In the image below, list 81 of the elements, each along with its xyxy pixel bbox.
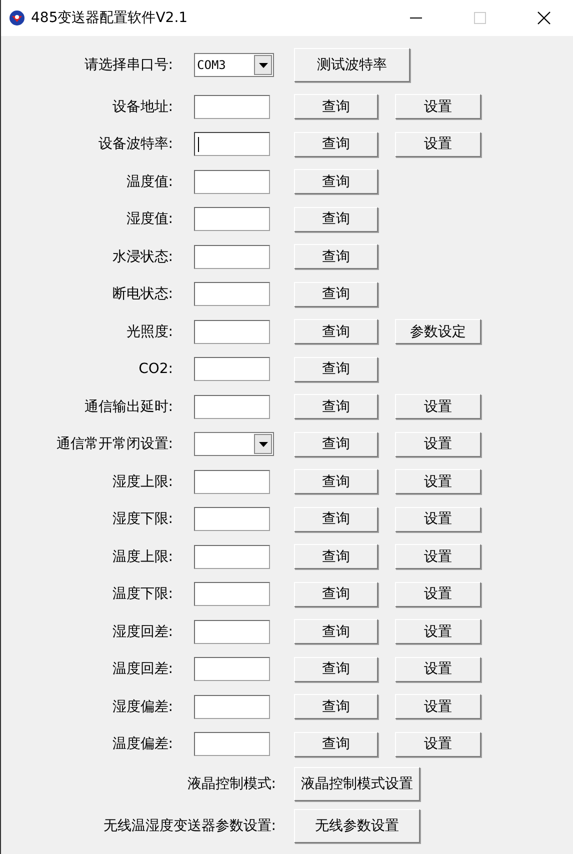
set-button[interactable]: 设置: [395, 544, 481, 570]
input-field[interactable]: [194, 732, 270, 756]
set-button[interactable]: 设置: [395, 656, 481, 682]
input-field[interactable]: [194, 320, 270, 344]
query-button[interactable]: 查询: [294, 582, 378, 607]
input-field[interactable]: [194, 357, 270, 382]
dropdown-arrow-icon: [258, 62, 268, 68]
field-label: 温度下限:: [111, 585, 174, 604]
input-field[interactable]: [194, 207, 270, 232]
set-button[interactable]: 参数设定: [395, 319, 481, 344]
query-button[interactable]: 查询: [294, 656, 378, 682]
field-label: 光照度:: [125, 322, 174, 341]
field-label: 温度上限:: [111, 548, 174, 566]
input-field[interactable]: [194, 694, 270, 719]
field-label: 无线温湿度变送器参数设置:: [102, 817, 277, 835]
set-button[interactable]: 设置: [395, 582, 481, 607]
set-button[interactable]: 设置: [395, 132, 481, 157]
query-button[interactable]: 查询: [294, 206, 378, 232]
dropdown-field[interactable]: [194, 432, 274, 456]
set-button[interactable]: 设置: [395, 619, 481, 644]
input-field[interactable]: [194, 94, 270, 119]
maximize-icon: [474, 12, 486, 24]
query-button[interactable]: 查询: [294, 132, 378, 157]
field-label: 湿度上限:: [111, 472, 174, 491]
set-button[interactable]: 设置: [395, 394, 481, 420]
input-field[interactable]: [194, 170, 270, 194]
input-field[interactable]: [194, 507, 270, 532]
query-button[interactable]: 查询: [294, 619, 378, 644]
port-select[interactable]: COM3: [194, 53, 274, 77]
test-baud-button[interactable]: 测试波特率: [294, 48, 410, 82]
query-button[interactable]: 查询: [294, 432, 378, 457]
field-label: CO2:: [138, 361, 174, 378]
field-label: 湿度回差:: [111, 622, 174, 641]
input-field[interactable]: [194, 244, 270, 269]
query-button[interactable]: 查询: [294, 282, 378, 307]
input-field[interactable]: [194, 132, 270, 156]
window-title: 485变送器配置软件V2.1: [31, 9, 189, 27]
minimize-icon: [410, 17, 422, 19]
query-button[interactable]: 查询: [294, 544, 378, 570]
query-button[interactable]: 查询: [294, 169, 378, 194]
settings-button[interactable]: 无线参数设置: [294, 809, 420, 843]
field-label: 湿度下限:: [111, 510, 174, 528]
set-button[interactable]: 设置: [395, 432, 481, 457]
input-field[interactable]: [194, 544, 270, 569]
input-field[interactable]: [194, 394, 270, 419]
query-button[interactable]: 查询: [294, 356, 378, 382]
input-field[interactable]: [194, 657, 270, 682]
input-field[interactable]: [194, 282, 270, 306]
field-label: 温度偏差:: [111, 735, 174, 754]
field-label: 断电状态:: [111, 285, 174, 304]
query-button[interactable]: 查询: [294, 469, 378, 494]
query-button[interactable]: 查询: [294, 506, 378, 532]
set-button[interactable]: 设置: [395, 694, 481, 720]
field-label: 通信输出延时:: [83, 398, 174, 416]
query-button[interactable]: 查询: [294, 694, 378, 720]
input-field[interactable]: [194, 470, 270, 494]
query-button[interactable]: 查询: [294, 244, 378, 270]
input-field[interactable]: [194, 582, 270, 606]
dropdown-arrow-icon: [258, 442, 268, 447]
query-button[interactable]: 查询: [294, 732, 378, 757]
query-button[interactable]: 查询: [294, 394, 378, 420]
field-label: 请选择串口号:: [83, 56, 174, 74]
field-label: 液晶控制模式:: [186, 775, 277, 793]
set-button[interactable]: 设置: [395, 469, 481, 494]
field-label: 湿度值:: [125, 210, 174, 228]
field-label: 设备地址:: [111, 98, 174, 116]
field-label: 水浸状态:: [111, 248, 174, 266]
field-label: 设备波特率:: [97, 135, 174, 154]
set-button[interactable]: 设置: [395, 94, 481, 120]
field-label: 温度值:: [125, 172, 174, 191]
field-label: 温度回差:: [111, 660, 174, 678]
query-button[interactable]: 查询: [294, 94, 378, 120]
set-button[interactable]: 设置: [395, 732, 481, 757]
field-label: 通信常开常闭设置:: [55, 435, 174, 454]
close-icon: [537, 11, 551, 25]
field-label: 湿度偏差:: [111, 698, 174, 716]
settings-button[interactable]: 液晶控制模式设置: [294, 767, 420, 801]
input-field[interactable]: [194, 620, 270, 644]
set-button[interactable]: 设置: [395, 506, 481, 532]
query-button[interactable]: 查询: [294, 319, 378, 344]
app-logo-icon: [9, 10, 25, 26]
